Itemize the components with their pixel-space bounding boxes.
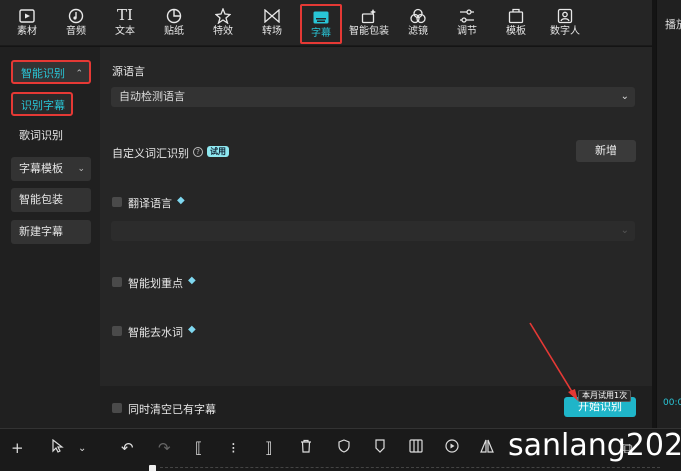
- tool-label: 贴纸: [164, 26, 184, 37]
- recognition-panel: 源语言 自动检测语言 ⌄ 自定义词汇识别 ? 试用 新增 翻译语言 ◆ ⌄ 智能…: [100, 47, 652, 428]
- play-circle-icon[interactable]: [445, 439, 459, 457]
- trial-tip: 本月试用1次: [578, 390, 632, 402]
- media-icon: [6, 4, 48, 26]
- highlight-label: 智能划重点: [128, 277, 183, 290]
- remove-filler-checkbox[interactable]: [112, 326, 122, 336]
- tool-label: 智能包装: [349, 26, 389, 37]
- sidebar-item-label: 歌词识别: [19, 129, 63, 142]
- filter-icon: [397, 4, 439, 26]
- sidebar-item-label: 智能包装: [19, 193, 63, 206]
- add-icon[interactable]: +: [11, 439, 24, 457]
- tool-label: 音频: [66, 26, 86, 37]
- trial-badge: 试用: [207, 146, 229, 157]
- top-toolbar: 素材 音频 TI 文本 贴纸 特效 转场 字幕 智能包装 滤镜 调节 模板 数字…: [0, 0, 652, 46]
- effects-icon: [202, 4, 244, 26]
- sidebar-item-label: 字幕模板: [19, 162, 63, 175]
- tool-sticker[interactable]: 贴纸: [153, 4, 195, 44]
- chevron-up-icon: ⌃: [75, 69, 83, 79]
- delete-icon[interactable]: [300, 439, 312, 457]
- sidebar-item-lyrics[interactable]: 歌词识别: [11, 124, 63, 148]
- chevron-down-icon: ⌄: [620, 225, 629, 236]
- player-time: 00:0: [663, 398, 681, 408]
- undo-icon[interactable]: ↶: [121, 439, 134, 457]
- chevron-down-icon[interactable]: ⌄: [78, 443, 86, 454]
- sidebar-item-smart-pack[interactable]: 智能包装: [11, 188, 91, 212]
- freeze-frame-icon[interactable]: [409, 439, 423, 457]
- remove-filler-label: 智能去水词: [128, 326, 183, 339]
- tool-filter[interactable]: 滤镜: [397, 4, 439, 44]
- playhead-marker[interactable]: [149, 465, 156, 471]
- vip-diamond-icon: ◆: [188, 324, 196, 335]
- sidebar-item-label: 智能识别: [21, 67, 65, 80]
- split-right-icon[interactable]: ⟧: [265, 439, 272, 457]
- redo-icon[interactable]: ↷: [158, 439, 171, 457]
- sidebar-item-recognize-subtitles[interactable]: 识别字幕: [11, 92, 73, 116]
- tool-adjust[interactable]: 调节: [446, 4, 488, 44]
- tool-label: 字幕: [311, 28, 331, 39]
- add-vocab-button[interactable]: 新增: [576, 140, 636, 162]
- tool-label: 调节: [457, 26, 477, 37]
- sidebar-item-label: 新建字幕: [19, 225, 63, 238]
- sidebar-item-subtitle-template[interactable]: 字幕模板 ⌄: [11, 157, 91, 181]
- tool-label: 文本: [115, 26, 135, 37]
- subtitle-sidebar: 智能识别 ⌃ 识别字幕 歌词识别 字幕模板 ⌄ 智能包装 新建字幕: [0, 47, 100, 428]
- digital-human-icon: [544, 4, 586, 26]
- tool-label: 数字人: [550, 26, 580, 37]
- tool-text[interactable]: TI 文本: [104, 4, 146, 44]
- vip-diamond-icon: ◆: [188, 275, 196, 286]
- translate-label: 翻译语言: [128, 197, 172, 210]
- sidebar-item-smart-recognition[interactable]: 智能识别 ⌃: [11, 60, 91, 84]
- tool-transition[interactable]: 转场: [251, 4, 293, 44]
- text-icon: TI: [117, 6, 133, 24]
- mirror-icon[interactable]: [480, 439, 494, 457]
- tool-label: 转场: [262, 26, 282, 37]
- clear-existing-checkbox[interactable]: [112, 403, 122, 413]
- player-title: 播放: [665, 18, 681, 31]
- tool-label: 素材: [17, 26, 37, 37]
- chevron-down-icon: ⌄: [77, 164, 85, 174]
- tool-media[interactable]: 素材: [6, 4, 48, 44]
- tool-smart-pack[interactable]: 智能包装: [348, 4, 390, 44]
- watermark: sanlang2021: [508, 428, 681, 463]
- info-icon[interactable]: ?: [193, 147, 203, 157]
- select-cursor-icon[interactable]: [52, 438, 64, 457]
- sticker-icon: [153, 4, 195, 26]
- tool-subtitle[interactable]: 字幕: [300, 4, 342, 44]
- subtitle-icon: [302, 6, 340, 28]
- source-language-label: 源语言: [112, 65, 145, 78]
- custom-vocab-label: 自定义词汇识别: [112, 147, 189, 160]
- shield-icon[interactable]: [338, 439, 350, 457]
- template-icon: [495, 4, 537, 26]
- timeline-ruler: [160, 467, 660, 468]
- tool-audio[interactable]: 音频: [55, 4, 97, 44]
- split-left-icon[interactable]: ⁝: [231, 439, 236, 457]
- player-panel: 播放 00:0: [656, 0, 681, 428]
- tool-label: 模板: [506, 26, 526, 37]
- split-icon[interactable]: ⟦: [195, 439, 202, 457]
- translate-checkbox[interactable]: [112, 197, 122, 207]
- vip-diamond-icon: ◆: [177, 195, 185, 206]
- clear-existing-label: 同时清空已有字幕: [128, 403, 216, 416]
- tool-effects[interactable]: 特效: [202, 4, 244, 44]
- transition-icon: [251, 4, 293, 26]
- select-value: 自动检测语言: [119, 90, 185, 103]
- chevron-down-icon: ⌄: [620, 91, 629, 102]
- target-language-select[interactable]: ⌄: [111, 221, 635, 241]
- highlight-checkbox[interactable]: [112, 277, 122, 287]
- smart-pack-icon: [348, 4, 390, 26]
- adjust-icon: [446, 4, 488, 26]
- marker-icon[interactable]: [374, 439, 386, 457]
- sidebar-item-label: 识别字幕: [21, 99, 65, 112]
- tool-template[interactable]: 模板: [495, 4, 537, 44]
- tool-label: 特效: [213, 26, 233, 37]
- tool-label: 滤镜: [408, 26, 428, 37]
- sidebar-item-new-subtitle[interactable]: 新建字幕: [11, 220, 91, 244]
- tool-digital-human[interactable]: 数字人: [544, 4, 586, 44]
- source-language-select[interactable]: 自动检测语言 ⌄: [111, 87, 635, 107]
- audio-icon: [55, 4, 97, 26]
